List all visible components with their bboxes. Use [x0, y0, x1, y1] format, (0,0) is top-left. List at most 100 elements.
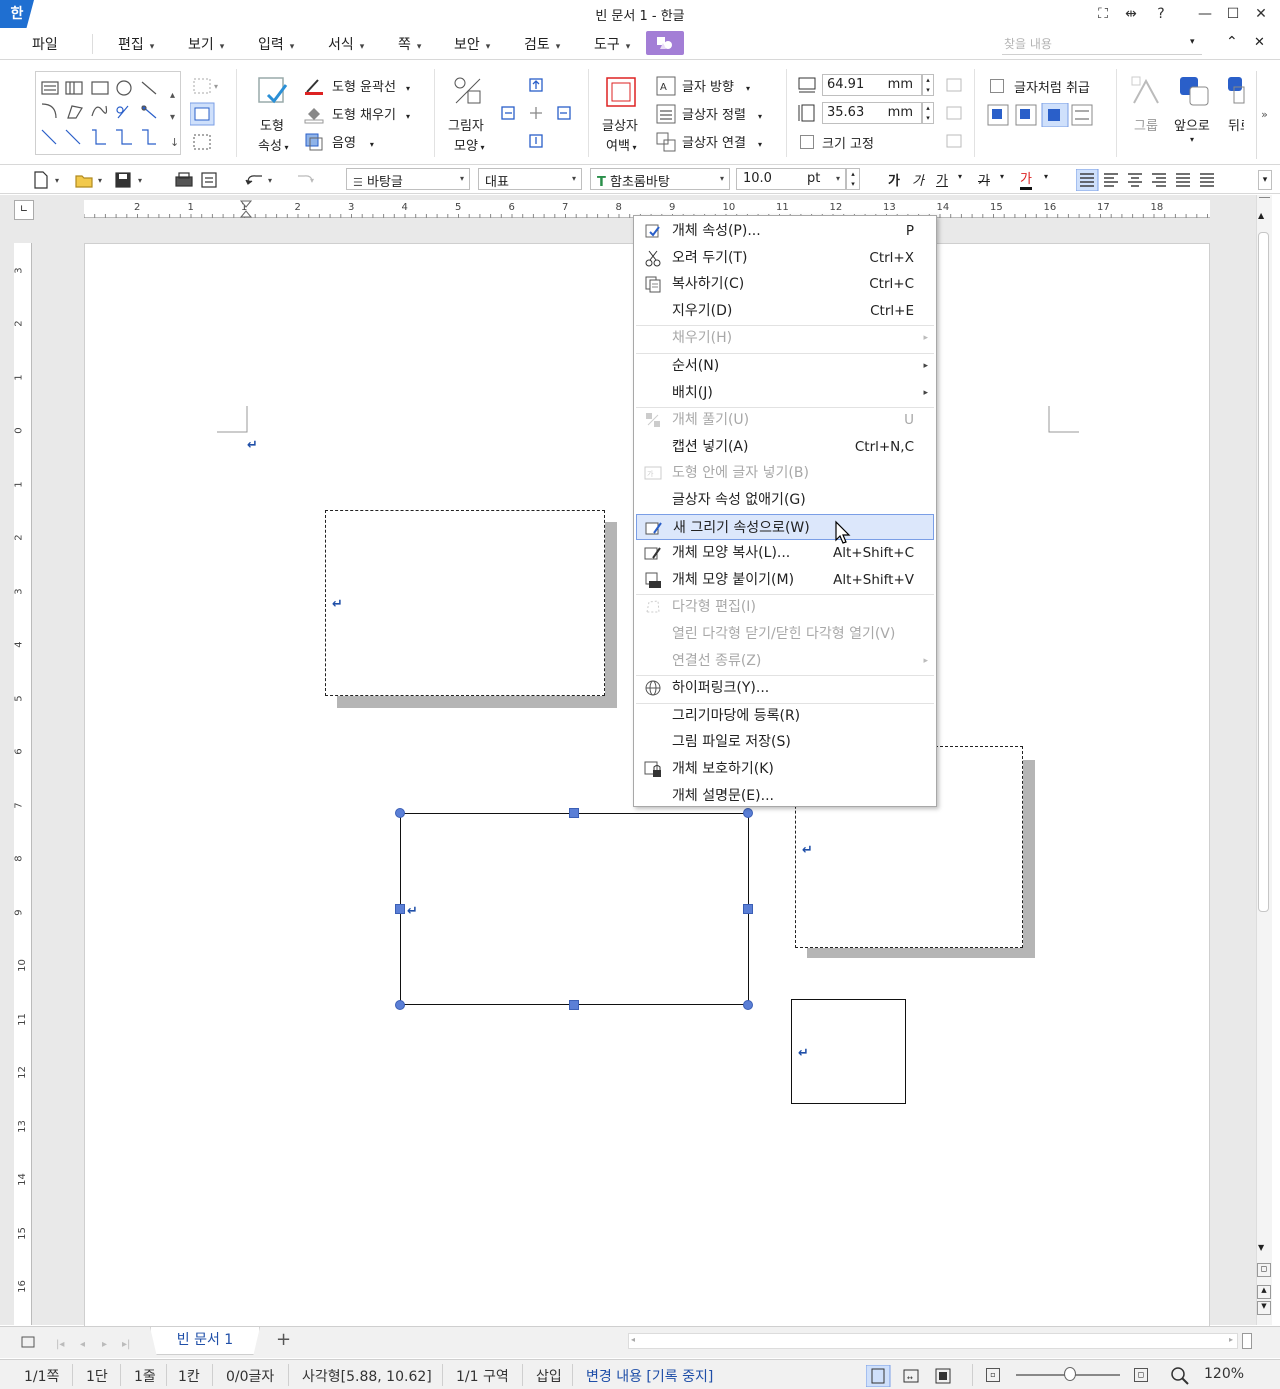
send-back-button[interactable]: 뒤로 [1228, 115, 1244, 134]
picture-shape-label-2[interactable]: 모양 ▾ [454, 135, 484, 154]
height-spinner[interactable]: ▴ ▾ [922, 102, 934, 124]
context-menu-item[interactable]: 하이퍼링크(Y)... [636, 675, 934, 701]
resize-handle-n[interactable] [569, 808, 579, 818]
scroll-down-icon[interactable]: ▼ [1258, 1243, 1264, 1252]
search-input[interactable]: 찾을 내용 [1002, 35, 1202, 55]
menu-security[interactable]: 보안 ▾ [454, 34, 490, 54]
context-menu-item[interactable]: 개체 설명문(E)... [636, 783, 934, 809]
align-nudge-icons[interactable] [498, 75, 578, 155]
context-menu-item[interactable]: 개체 모양 붙이기(M) Alt+Shift+V [636, 567, 934, 593]
selected-rectangle[interactable]: ↵ [400, 813, 749, 1005]
bold-button[interactable]: 가 [888, 170, 900, 189]
select-browse-icon[interactable]: ◻ [1257, 1263, 1271, 1277]
menu-review[interactable]: 검토 ▾ [524, 34, 560, 54]
menu-tools[interactable]: 도구 ▾ [594, 34, 630, 54]
underline-dropdown-icon[interactable]: ▾ [958, 172, 962, 181]
zoom-slider-thumb[interactable] [1064, 1367, 1076, 1381]
toolbar-expand-icon[interactable]: ▾ [1258, 170, 1272, 190]
horizontal-scrollbar[interactable]: ◂ ▸ [628, 1333, 1238, 1349]
scroll-left-icon[interactable]: ◂ [631, 1335, 635, 1344]
menu-view[interactable]: 보기 ▾ [188, 34, 224, 54]
add-tab-button[interactable]: + [276, 1329, 291, 1350]
context-menu-item[interactable]: 캡션 넣기(A) Ctrl+N,C [636, 434, 934, 460]
drawing-tools-tab[interactable] [646, 31, 684, 55]
bring-front-dropdown-icon[interactable]: ▾ [1190, 135, 1194, 144]
font-color-button[interactable]: 가 [1020, 168, 1032, 190]
context-menu-item[interactable]: 글상자 속성 없애기(G) [636, 487, 934, 513]
context-menu-item[interactable]: 오려 두기(T) Ctrl+X [636, 245, 934, 271]
paragraph-style-select[interactable]: ☰ 바탕글 ▾ [346, 168, 470, 190]
context-menu-item[interactable]: 그리기마당에 등록(R) [636, 703, 934, 729]
size-options-icons[interactable] [944, 75, 964, 155]
tab-type-icon[interactable]: ∟ [14, 200, 34, 220]
context-menu-item[interactable]: 개체 속성(P)... P [636, 218, 934, 244]
quick-access-icons[interactable]: ▾ ▾ ▾ ▾ ▾ [30, 170, 340, 190]
context-menu-item[interactable]: 배치(J) ▸ [636, 380, 934, 406]
shape-fill-button[interactable]: 도형 채우기 ▾ [332, 104, 410, 123]
textbox-link-button[interactable]: 글상자 연결 ▾ [682, 132, 762, 151]
small-rectangle[interactable]: ↵ [791, 999, 906, 1104]
width-input[interactable]: 64.91 mm [822, 74, 922, 96]
fullscreen-icon[interactable]: ⛶ [1092, 4, 1114, 24]
shape-gallery[interactable]: ▴ ▾ ↓ [35, 71, 181, 155]
resize-handle-se[interactable] [743, 1000, 753, 1010]
menu-page[interactable]: 쪽 ▾ [398, 34, 421, 54]
close-button[interactable]: ✕ [1250, 4, 1272, 24]
scroll-top-icon[interactable] [1259, 197, 1270, 205]
zoom-in-icon[interactable]: ◻ [1134, 1368, 1148, 1382]
shape-properties-label-1[interactable]: 도형 [260, 115, 284, 134]
context-menu-item[interactable]: 복사하기(C) Ctrl+C [636, 271, 934, 297]
status-page[interactable]: 1/1쪽 [24, 1366, 59, 1386]
tab-nav-icons[interactable]: |◂ ◂ ▸ ▸| [20, 1335, 140, 1351]
context-menu-item[interactable]: 새 그리기 속성으로(W) [636, 513, 934, 540]
treat-as-char-checkbox[interactable] [990, 79, 1004, 93]
paragraph-align-icons[interactable] [1076, 169, 1226, 191]
document-tab[interactable]: 빈 문서 1 [150, 1327, 260, 1355]
underline-button[interactable]: 가 [936, 170, 948, 189]
maximize-button[interactable]: ☐ [1222, 4, 1244, 24]
help-icon[interactable]: ? [1150, 4, 1172, 24]
height-input[interactable]: 35.63 mm [822, 102, 922, 124]
strike-dropdown-icon[interactable]: ▾ [1000, 172, 1004, 181]
resize-handle-ne[interactable] [743, 808, 753, 818]
ribbon-more-icon[interactable]: » [1256, 71, 1272, 159]
text-direction-button[interactable]: 글자 방향 ▾ [682, 76, 750, 95]
textbox-align-button[interactable]: 글상자 정렬 ▾ [682, 104, 762, 123]
view-mode-icons[interactable]: ↔ [866, 1365, 962, 1387]
indent-marker-icon[interactable] [240, 200, 252, 224]
strike-button[interactable]: 가 [978, 170, 990, 189]
resize-handle-s[interactable] [569, 1000, 579, 1010]
context-menu-item[interactable]: 순서(N) ▸ [636, 353, 934, 379]
text-wrap-icons[interactable] [986, 103, 1098, 127]
search-dropdown-icon[interactable]: ▾ [1190, 37, 1195, 47]
context-menu-item[interactable]: 지우기(D) Ctrl+E [636, 298, 934, 324]
shadow-button[interactable]: 음영 ▾ [332, 132, 374, 151]
collapse-ribbon-icon[interactable]: ⌃ [1226, 34, 1238, 50]
textbox-rectangle-1[interactable]: ↵ [325, 510, 605, 696]
status-mode[interactable]: 삽입 [536, 1366, 562, 1386]
close-document-icon[interactable]: ✕ [1254, 35, 1265, 50]
resize-handle-w[interactable] [395, 904, 405, 914]
vertical-scroll-thumb[interactable] [1258, 232, 1269, 912]
picture-shape-label-1[interactable]: 그림자 [448, 115, 484, 134]
context-menu-item[interactable]: 그림 파일로 저장(S) [636, 729, 934, 755]
textbox-margin-label-2[interactable]: 여백 ▾ [606, 135, 636, 154]
menu-file[interactable]: 파일 [32, 34, 58, 54]
select-tools-icons[interactable]: ▾ [190, 75, 224, 155]
italic-button[interactable]: 가 [912, 170, 924, 189]
group-button[interactable]: 그룹 [1134, 115, 1158, 134]
language-select[interactable]: 대표 ▾ [478, 168, 582, 190]
split-view-icon[interactable]: ⇹ [1120, 4, 1142, 24]
menu-format[interactable]: 서식 ▾ [328, 34, 364, 54]
context-menu-item[interactable]: 개체 모양 복사(L)... Alt+Shift+C [636, 540, 934, 566]
zoom-level[interactable]: 120% [1204, 1366, 1244, 1382]
shape-properties-label-2[interactable]: 속성 ▾ [258, 135, 288, 154]
menu-edit[interactable]: 편집 ▾ [118, 34, 154, 54]
font-size-spinner[interactable]: ▴ ▾ [846, 168, 860, 190]
font-color-dropdown-icon[interactable]: ▾ [1044, 172, 1048, 181]
status-track-changes[interactable]: 변경 내용 [기록 중지] [586, 1366, 713, 1386]
bring-front-button[interactable]: 앞으로 [1174, 115, 1210, 134]
minimize-button[interactable]: — [1194, 4, 1216, 24]
context-menu-item[interactable]: 개체 보호하기(K) [636, 756, 934, 782]
scroll-right-icon[interactable]: ▸ [1229, 1335, 1233, 1344]
